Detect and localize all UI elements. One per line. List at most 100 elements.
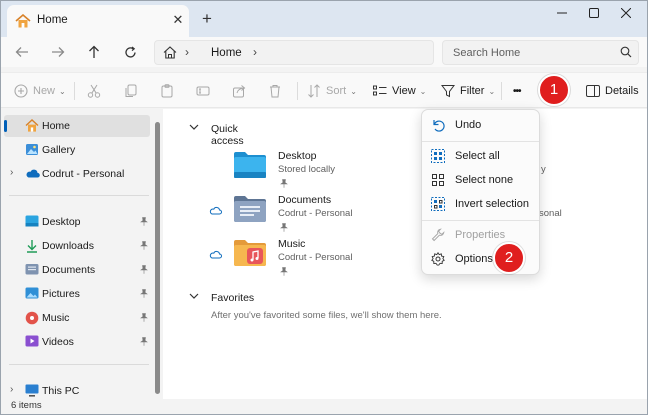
cut-button[interactable]	[87, 73, 101, 109]
menu-item-undo[interactable]: Undo	[426, 114, 536, 136]
file-explorer-window: Home ✕ + › Home › Search Home New ⌄ Sort…	[0, 0, 648, 415]
forward-button[interactable]	[47, 41, 69, 63]
sort-icon	[307, 84, 321, 98]
view-dropdown-icon: ⌄	[419, 86, 427, 96]
filter-dropdown-icon: ⌄	[488, 86, 496, 96]
paste-button[interactable]	[160, 73, 174, 109]
sort-dropdown-icon: ⌄	[350, 86, 357, 96]
desktop-folder-icon	[25, 215, 39, 229]
nav-scrollbar[interactable]	[155, 122, 160, 394]
nav-item-label: Home	[42, 120, 71, 132]
nav-item-downloads[interactable]: Downloads	[1, 235, 153, 257]
menu-item-properties[interactable]: Properties	[426, 224, 536, 246]
nav-item-label: Gallery	[42, 144, 76, 156]
rename-icon	[196, 84, 210, 98]
cloud-status-icon	[209, 206, 222, 218]
rename-button[interactable]	[196, 73, 210, 109]
maximize-button[interactable]	[579, 3, 609, 23]
share-button[interactable]	[232, 73, 246, 109]
divider	[74, 82, 75, 100]
peek-text: sonal	[539, 208, 562, 219]
details-button[interactable]: Details	[586, 73, 639, 109]
invert-selection-icon	[431, 197, 445, 214]
nav-item-music[interactable]: Music	[1, 307, 153, 329]
select-all-icon	[431, 149, 445, 166]
details-label: Details	[605, 85, 639, 97]
documents-folder-icon	[25, 263, 39, 277]
divider	[297, 82, 298, 100]
title-bar: Home ✕ +	[1, 1, 647, 37]
item-status: Codrut - Personal	[278, 252, 353, 263]
sort-button[interactable]: Sort ⌄	[307, 73, 357, 109]
nav-item-videos[interactable]: Videos	[1, 331, 153, 353]
peek-text: y	[541, 164, 546, 175]
nav-item-gallery[interactable]: Gallery	[1, 139, 153, 161]
navigation-pane: Home Gallery › Codrut - Personal Desktop	[1, 109, 163, 399]
nav-item-onedrive[interactable]: › Codrut - Personal	[1, 163, 153, 185]
address-home-icon	[163, 46, 177, 62]
menu-divider	[422, 141, 539, 142]
tab-home[interactable]: Home ✕	[7, 5, 189, 37]
menu-item-label: Select none	[455, 174, 514, 186]
filter-icon	[441, 84, 455, 98]
refresh-button[interactable]	[119, 41, 141, 63]
close-window-button[interactable]	[611, 3, 641, 23]
more-options-icon: •••	[513, 85, 521, 97]
nav-item-label: Desktop	[42, 216, 81, 228]
status-bar: 6 items	[1, 399, 647, 414]
collapse-chevron-icon	[189, 122, 199, 134]
expand-chevron-icon[interactable]: ›	[10, 167, 13, 178]
nav-divider	[9, 195, 149, 196]
nav-item-pictures[interactable]: Pictures	[1, 283, 153, 305]
item-status: Codrut - Personal	[278, 208, 353, 219]
view-icon	[373, 85, 387, 97]
view-label: View	[392, 85, 416, 97]
copy-icon	[124, 84, 138, 98]
nav-item-desktop[interactable]: Desktop	[1, 211, 153, 233]
menu-item-select-none[interactable]: Select none	[426, 169, 536, 191]
search-box[interactable]: Search Home	[442, 40, 639, 65]
breadcrumb-separator-end[interactable]: ›	[253, 45, 257, 59]
paste-icon	[160, 84, 174, 98]
new-tab-button[interactable]: +	[197, 9, 217, 29]
new-button[interactable]: New ⌄	[14, 73, 66, 109]
address-bar[interactable]: › Home ›	[154, 40, 434, 65]
cut-icon	[87, 84, 101, 98]
nav-item-home[interactable]: Home	[4, 115, 150, 137]
pin-icon	[280, 223, 288, 235]
minimize-button[interactable]	[547, 3, 577, 23]
menu-item-label: Properties	[455, 229, 506, 241]
nav-item-label: Documents	[42, 264, 96, 276]
nav-item-label: Videos	[42, 336, 74, 348]
delete-button[interactable]	[268, 73, 282, 109]
nav-item-label: Downloads	[42, 240, 94, 252]
this-pc-icon	[25, 384, 39, 398]
nav-item-documents[interactable]: Documents	[1, 259, 153, 281]
new-dropdown-icon: ⌄	[59, 86, 66, 96]
pin-icon	[280, 179, 288, 191]
share-icon	[232, 84, 246, 98]
see-more-button[interactable]: •••	[513, 73, 521, 109]
menu-item-select-all[interactable]: Select all	[426, 145, 536, 167]
menu-item-label: Select all	[455, 150, 500, 162]
content-area: Quick access Desktop Stored locally Docu…	[163, 109, 647, 399]
gallery-icon	[25, 143, 39, 157]
section-title: Quick access	[211, 123, 244, 147]
view-button[interactable]: View ⌄	[373, 73, 426, 109]
pin-icon	[140, 313, 148, 325]
breadcrumb-home[interactable]: Home	[211, 47, 242, 59]
pictures-folder-icon	[25, 287, 39, 301]
filter-button[interactable]: Filter ⌄	[441, 73, 495, 109]
nav-item-label: Pictures	[42, 288, 80, 300]
close-tab-icon[interactable]: ✕	[169, 11, 187, 29]
expand-chevron-icon[interactable]: ›	[10, 384, 13, 395]
favorites-empty-message: After you've favorited some files, we'll…	[211, 310, 442, 321]
pin-icon	[280, 267, 288, 279]
desktop-folder-icon	[233, 151, 267, 182]
copy-button[interactable]	[124, 73, 138, 109]
up-button[interactable]	[83, 41, 105, 63]
new-plus-icon	[14, 84, 28, 98]
breadcrumb-separator[interactable]: ›	[185, 45, 189, 59]
menu-item-invert-selection[interactable]: Invert selection	[426, 193, 536, 215]
back-button[interactable]	[11, 41, 33, 63]
